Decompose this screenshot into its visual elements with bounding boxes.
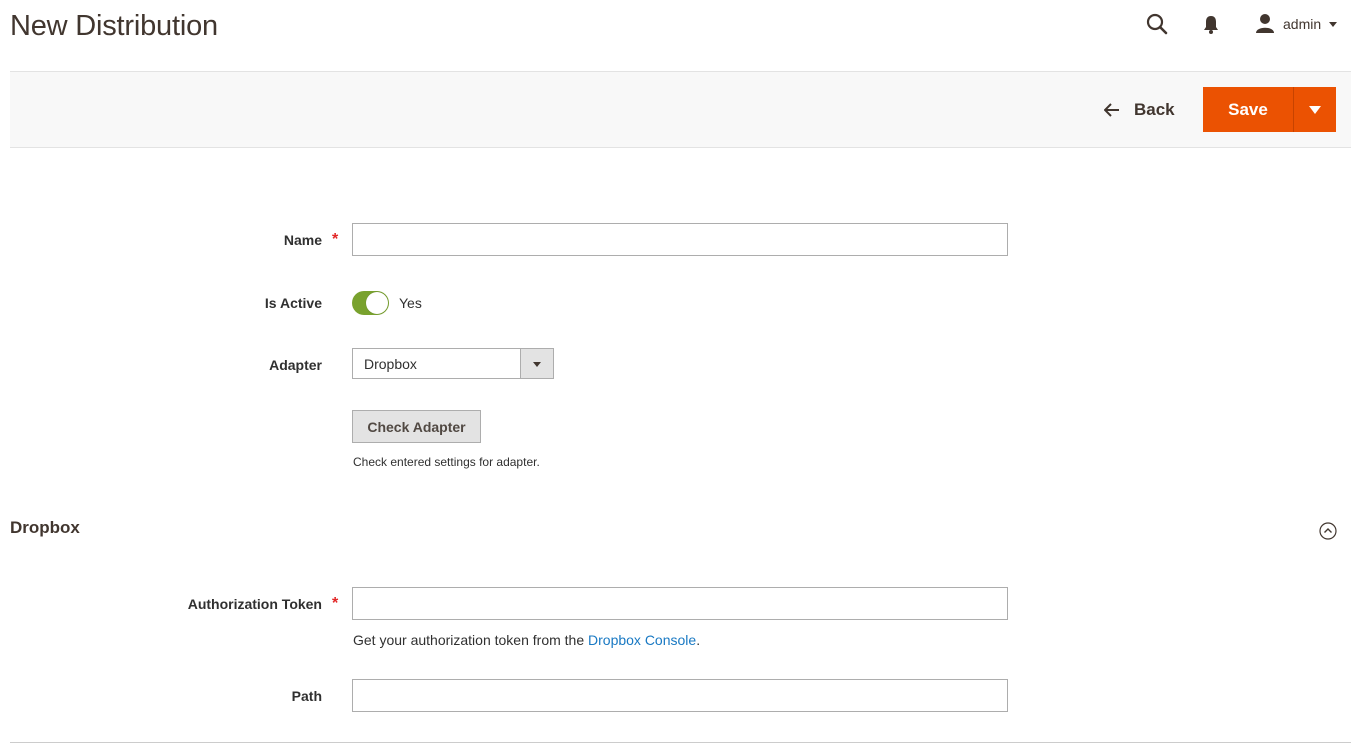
authorization-token-input[interactable] — [352, 587, 1008, 620]
user-name: admin — [1283, 16, 1322, 32]
is-active-label: Is Active — [264, 295, 322, 311]
check-adapter-button[interactable]: Check Adapter — [352, 410, 481, 443]
is-active-value: Yes — [399, 295, 422, 311]
path-label: Path — [291, 688, 322, 704]
name-input[interactable] — [352, 223, 1008, 256]
hint-suffix: . — [696, 632, 701, 648]
dropbox-console-link[interactable]: Dropbox Console — [588, 632, 696, 648]
is-active-toggle[interactable] — [352, 291, 389, 315]
section-divider — [10, 742, 1351, 743]
path-input[interactable] — [352, 679, 1008, 712]
authorization-token-hint: Get your authorization token from the Dr… — [353, 632, 700, 648]
section-title-dropbox[interactable]: Dropbox — [10, 518, 80, 538]
select-arrow — [520, 349, 553, 378]
save-button[interactable]: Save — [1203, 87, 1294, 132]
chevron-down-icon — [533, 362, 541, 367]
hint-text: Get your authorization token from the — [353, 632, 589, 648]
required-marker: * — [332, 595, 339, 612]
search-icon[interactable] — [1145, 12, 1169, 36]
save-options-toggle[interactable] — [1294, 87, 1336, 132]
check-adapter-note: Check entered settings for adapter. — [353, 455, 540, 469]
chevron-down-icon — [1329, 21, 1338, 27]
back-button-label: Back — [1134, 100, 1175, 119]
adapter-select-value: Dropbox — [364, 356, 417, 372]
adapter-select[interactable]: Dropbox — [352, 348, 554, 379]
name-label: Name — [283, 232, 322, 248]
adapter-label: Adapter — [269, 357, 322, 373]
page-actions-toolbar: Back Save — [10, 71, 1351, 148]
bell-icon[interactable] — [1199, 12, 1223, 36]
arrow-left-icon — [1104, 103, 1119, 117]
back-button[interactable]: Back — [1104, 95, 1175, 125]
user-icon — [1255, 13, 1275, 36]
save-split-button: Save — [1203, 87, 1336, 132]
caret-down-icon — [1309, 105, 1321, 114]
page-title: New Distribution — [10, 10, 218, 42]
chevron-up-circle-icon[interactable] — [1319, 522, 1337, 540]
authorization-token-label: Authorization Token — [187, 596, 322, 612]
required-marker: * — [332, 231, 339, 248]
user-menu[interactable]: admin — [1255, 12, 1338, 36]
toggle-knob — [366, 292, 388, 314]
